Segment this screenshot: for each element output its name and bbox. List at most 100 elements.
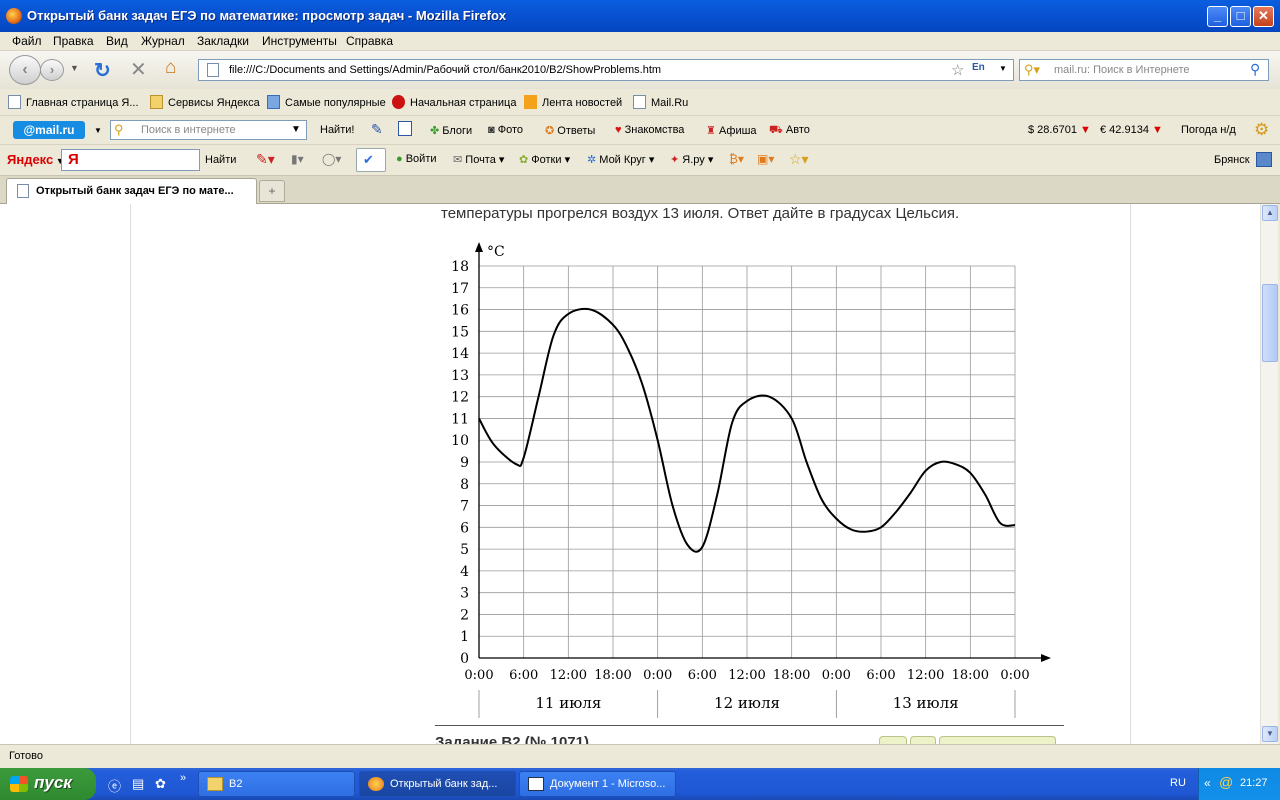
blogs-link[interactable]: ✤ Блоги <box>430 124 472 137</box>
task-tool-button[interactable] <box>879 736 907 744</box>
star-icon[interactable]: ☆▾ <box>789 151 809 168</box>
mailru-menu-dropdown-icon[interactable]: ▼ <box>94 126 102 135</box>
menu-tools[interactable]: Инструменты <box>262 34 337 48</box>
yandex-moikrug-link[interactable]: ✲ Мой Круг ▾ <box>587 153 654 166</box>
home-icon[interactable]: ⌂ <box>165 57 176 79</box>
search-go-icon[interactable]: ⚲ <box>1250 61 1260 78</box>
task-tool-button[interactable] <box>939 736 1056 744</box>
bookmark-item[interactable]: Сервисы Яндекса <box>150 95 260 109</box>
chat-icon[interactable]: ◯▾ <box>322 152 341 166</box>
bookmark-item[interactable]: Главная страница Я... <box>8 95 139 109</box>
bag-icon[interactable]: ▣▾ <box>757 152 774 166</box>
history-dropdown-icon[interactable]: ▼ <box>70 63 79 73</box>
bookmark-item[interactable]: Лента новостей <box>524 95 622 109</box>
bookmark-item[interactable]: Самые популярные <box>267 95 386 109</box>
task-tool-button[interactable] <box>910 736 936 744</box>
money-icon[interactable]: ₿▾ <box>729 152 744 166</box>
quicklaunch-messenger-icon[interactable]: ✿ <box>155 776 166 792</box>
taskbar-item-word[interactable]: Документ 1 - Microso... <box>519 771 676 797</box>
menu-help[interactable]: Справка <box>346 34 393 48</box>
mailru-search-input[interactable]: ⚲ Поиск в интернете ▼ <box>110 120 307 140</box>
tray-expand-icon[interactable]: « <box>1204 776 1211 790</box>
back-button[interactable]: ‹ <box>9 55 41 85</box>
document-icon[interactable] <box>398 121 412 136</box>
bookmark-item[interactable]: Начальная страница <box>392 95 516 109</box>
page-icon <box>8 95 21 109</box>
start-button[interactable]: пуск <box>0 768 96 800</box>
clock: 21:27 <box>1240 777 1268 789</box>
mail-agent-icon[interactable]: @ <box>1219 774 1233 790</box>
window-title-bar[interactable]: Открытый банк задач ЕГЭ по математике: п… <box>0 0 1280 32</box>
windows-taskbar: пуск ⓔ ▤ ✿ » B2 Открытый банк зад... Док… <box>0 768 1280 800</box>
language-indicator[interactable]: En <box>972 62 985 73</box>
scroll-up-arrow[interactable]: ▲ <box>1262 205 1278 221</box>
url-dropdown-icon[interactable]: ▼ <box>999 64 1007 73</box>
yandex-login-link[interactable]: ● Войти <box>396 153 437 165</box>
minimize-button[interactable]: _ <box>1207 6 1228 27</box>
yandex-ya-icon: Я <box>68 151 79 168</box>
taskbar-item-firefox[interactable]: Открытый банк зад... <box>359 771 516 797</box>
search-engine-icon[interactable]: ⚲▾ <box>1024 62 1040 78</box>
search-bar[interactable]: ⚲▾ mail.ru: Поиск в Интернете ⚲ <box>1019 59 1269 81</box>
menu-bookmarks[interactable]: Закладки <box>197 34 249 48</box>
menu-file[interactable]: Файл <box>12 34 42 48</box>
yandex-toolbar: Яндекс ▼ Я Найти ✎▾ ▮▾ ◯▾ ✔ ● Войти ✉ По… <box>0 145 1280 176</box>
city-link[interactable]: Брянск <box>1214 154 1250 166</box>
quicklaunch-desktop-icon[interactable]: ▤ <box>132 776 144 792</box>
signal-icon[interactable]: ▮▾ <box>291 152 304 166</box>
auto-link[interactable]: ⛟ Авто <box>769 124 810 138</box>
bookmarks-toolbar: Главная страница Я... Сервисы Яндекса Са… <box>0 89 1280 116</box>
spellcheck-icon[interactable]: ✔ <box>356 148 386 172</box>
menu-view[interactable]: Вид <box>106 34 128 48</box>
tab-active[interactable]: Открытый банк задач ЕГЭ по мате... <box>6 178 257 204</box>
pen-icon[interactable]: ✎ <box>371 121 383 138</box>
scroll-thumb[interactable] <box>1262 284 1278 362</box>
weather-link[interactable]: Погода н/д <box>1181 124 1236 136</box>
quicklaunch-more-icon[interactable]: » <box>180 772 186 784</box>
stop-icon[interactable]: ✕ <box>130 57 147 82</box>
x-tick-label: 12:00 <box>550 668 587 683</box>
yandex-find-button[interactable]: Найти <box>205 154 236 166</box>
menu-history[interactable]: Журнал <box>141 34 185 48</box>
dating-link[interactable]: ♥ Знакомства <box>615 124 684 136</box>
yandex-search-input[interactable]: Я <box>61 149 200 171</box>
yandex-photos-link[interactable]: ✿ Фотки ▾ <box>519 153 570 166</box>
vertical-scrollbar[interactable]: ▲ ▼ <box>1260 204 1278 744</box>
usd-rate[interactable]: $ 28.6701 ▼ <box>1028 124 1091 136</box>
y-tick-label: 9 <box>460 455 469 471</box>
close-button[interactable]: ✕ <box>1253 6 1274 27</box>
language-indicator[interactable]: RU <box>1170 777 1186 789</box>
mailru-find-button[interactable]: Найти! <box>320 124 354 136</box>
yandex-logo[interactable]: Яндекс ▼ <box>7 152 65 167</box>
maximize-button[interactable]: □ <box>1230 6 1251 27</box>
afisha-link[interactable]: ♜ Афиша <box>706 124 757 137</box>
bookmark-item[interactable]: Mail.Ru <box>633 95 688 109</box>
x-tick-label: 18:00 <box>952 668 989 683</box>
photo-link[interactable]: ◙ Фото <box>488 124 523 136</box>
reload-icon[interactable]: ↻ <box>94 58 111 83</box>
url-bar[interactable]: file:///C:/Documents and Settings/Admin/… <box>198 59 1014 81</box>
window-icon[interactable] <box>1256 152 1272 167</box>
tab-bar: Открытый банк задач ЕГЭ по мате... + <box>0 176 1280 204</box>
window-title: Открытый банк задач ЕГЭ по математике: п… <box>27 8 507 23</box>
mailru-logo[interactable]: @mail.ru <box>13 121 85 139</box>
chevron-down-icon[interactable]: ▼ <box>291 124 301 135</box>
answers-link[interactable]: ✪ Ответы <box>545 124 595 137</box>
problem-text: температуры прогрелся воздух 13 июля. От… <box>441 205 960 222</box>
eur-rate[interactable]: € 42.9134 ▼ <box>1100 124 1163 136</box>
new-tab-button[interactable]: + <box>259 180 285 202</box>
gear-icon[interactable]: ⚙ <box>1254 120 1269 140</box>
folder-icon <box>150 95 163 109</box>
page-content: температуры прогрелся воздух 13 июля. От… <box>0 204 1260 744</box>
menu-edit[interactable]: Правка <box>53 34 94 48</box>
firefox-icon <box>368 777 384 791</box>
yandex-yaru-link[interactable]: ✦ Я.ру ▾ <box>670 153 713 166</box>
y-tick-label: 12 <box>451 390 469 406</box>
scroll-down-arrow[interactable]: ▼ <box>1262 726 1278 742</box>
taskbar-item-folder[interactable]: B2 <box>198 771 355 797</box>
forward-button[interactable]: › <box>40 59 64 81</box>
quicklaunch-ie-icon[interactable]: ⓔ <box>108 776 121 795</box>
star-bookmark-icon[interactable]: ☆ <box>951 61 964 79</box>
yandex-mail-link[interactable]: ✉ Почта ▾ <box>453 153 504 166</box>
marker-icon[interactable]: ✎▾ <box>256 151 275 168</box>
